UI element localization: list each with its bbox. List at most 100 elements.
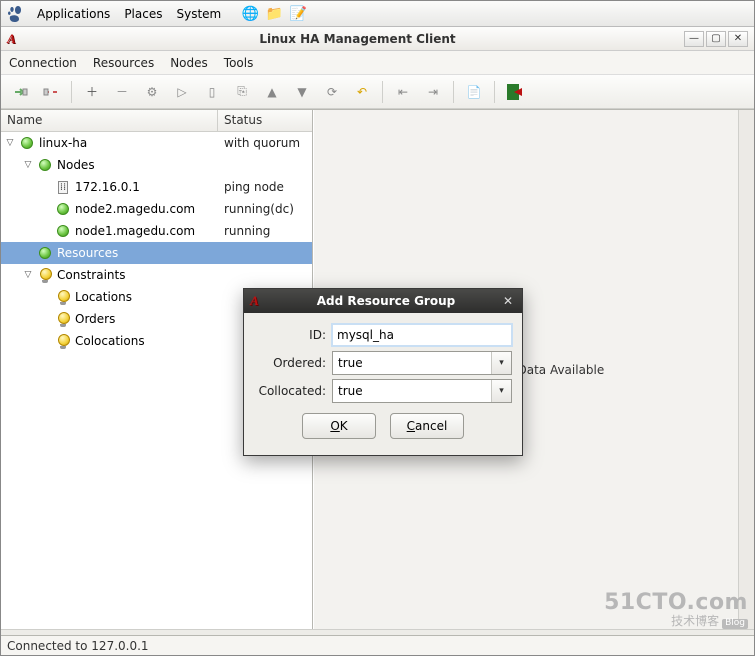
- tree-label: Nodes: [57, 158, 95, 172]
- ordered-value: true: [333, 356, 491, 370]
- ok-button[interactable]: OK: [302, 413, 376, 439]
- window-title: Linux HA Management Client: [31, 32, 684, 46]
- web-browser-icon[interactable]: 🌐: [241, 5, 259, 23]
- document-icon[interactable]: 📄: [462, 80, 486, 104]
- tool-icon[interactable]: ⚙: [140, 80, 164, 104]
- collocated-label: Collocated:: [254, 384, 326, 398]
- tree-row[interactable]: ▽ linux-ha with quorum: [1, 132, 312, 154]
- ordered-combobox[interactable]: true ▾: [332, 351, 512, 375]
- file-manager-icon[interactable]: 📁: [265, 5, 283, 23]
- dialog-title: Add Resource Group: [272, 294, 500, 308]
- id-label: ID:: [254, 328, 326, 342]
- tree-expander[interactable]: ▽: [23, 270, 33, 280]
- tree-header: Name Status: [1, 110, 312, 132]
- lightbulb-icon: [55, 289, 71, 305]
- toolbar-separator: [71, 81, 72, 103]
- status-text: Connected to 127.0.0.1: [7, 639, 149, 653]
- window-close-button[interactable]: ✕: [728, 31, 748, 47]
- play-icon[interactable]: ▷: [170, 80, 194, 104]
- lightbulb-icon: [55, 333, 71, 349]
- tree-label: Orders: [75, 312, 115, 326]
- tree-label: Resources: [57, 246, 118, 260]
- move-left-icon[interactable]: ⇤: [391, 80, 415, 104]
- chevron-down-icon[interactable]: ▾: [491, 380, 511, 402]
- tree-status: with quorum: [218, 136, 300, 150]
- cancel-button[interactable]: Cancel: [390, 413, 464, 439]
- tree-row[interactable]: node2.magedu.com running(dc): [1, 198, 312, 220]
- watermark-subtext: 技术博客: [671, 614, 719, 628]
- app-menubar: Connection Resources Nodes Tools: [1, 51, 754, 75]
- tree-label: Colocations: [75, 334, 145, 348]
- toolbar-separator: [382, 81, 383, 103]
- toolbar-separator: [494, 81, 495, 103]
- menu-resources[interactable]: Resources: [93, 56, 154, 70]
- tree-row[interactable]: Resources: [1, 242, 312, 264]
- collocated-combobox[interactable]: true ▾: [332, 379, 512, 403]
- id-input[interactable]: [332, 324, 512, 346]
- tree-status: ping node: [218, 180, 284, 194]
- up-icon[interactable]: ▲: [260, 80, 284, 104]
- connect-icon[interactable]: [9, 80, 33, 104]
- undo-icon[interactable]: ↶: [350, 80, 374, 104]
- move-right-icon[interactable]: ⇥: [421, 80, 445, 104]
- tree-label: 172.16.0.1: [75, 180, 140, 194]
- tree-expander[interactable]: ▽: [23, 160, 33, 170]
- os-menu-system[interactable]: System: [176, 7, 221, 21]
- tree-label: Constraints: [57, 268, 125, 282]
- os-panel: Applications Places System 🌐 📁 📝: [1, 1, 754, 27]
- menu-tools[interactable]: Tools: [224, 56, 254, 70]
- add-resource-group-dialog: A Add Resource Group ✕ ID: Ordered: true…: [243, 288, 523, 456]
- action-icon[interactable]: ⎘: [230, 80, 254, 104]
- refresh-icon[interactable]: ⟳: [320, 80, 344, 104]
- stop-icon[interactable]: ▯: [200, 80, 224, 104]
- dialog-app-icon: A: [250, 293, 266, 309]
- tree-label: node1.magedu.com: [75, 224, 195, 238]
- menu-connection[interactable]: Connection: [9, 56, 77, 70]
- watermark-tag: Blog: [722, 619, 748, 629]
- window-minimize-button[interactable]: —: [684, 31, 704, 47]
- lightbulb-icon: [55, 311, 71, 327]
- tree-status: running: [218, 224, 270, 238]
- toolbar: ＋ － ⚙ ▷ ▯ ⎘ ▲ ▼ ⟳ ↶ ⇤ ⇥ 📄: [1, 75, 754, 109]
- vertical-scrollbar[interactable]: [738, 110, 754, 629]
- ping-node-icon: ⁞⁞: [55, 179, 71, 195]
- add-icon[interactable]: ＋: [80, 80, 104, 104]
- dialog-titlebar[interactable]: A Add Resource Group ✕: [244, 289, 522, 313]
- watermark: 51CTO.com 技术博客Blog: [604, 591, 748, 629]
- remove-icon[interactable]: －: [110, 80, 134, 104]
- toolbar-separator: [453, 81, 454, 103]
- tree-row[interactable]: ▽ Constraints: [1, 264, 312, 286]
- menu-nodes[interactable]: Nodes: [170, 56, 208, 70]
- os-menu-places[interactable]: Places: [124, 7, 162, 21]
- window-titlebar: A Linux HA Management Client — ▢ ✕: [1, 27, 754, 51]
- text-editor-icon[interactable]: 📝: [289, 5, 307, 23]
- tree-row[interactable]: ▽ Nodes: [1, 154, 312, 176]
- tree-row[interactable]: node1.magedu.com running: [1, 220, 312, 242]
- tree-status: running(dc): [218, 202, 294, 216]
- tree-label: node2.magedu.com: [75, 202, 195, 216]
- status-green-icon: [55, 201, 71, 217]
- disconnect-icon[interactable]: [39, 80, 63, 104]
- tree-label: linux-ha: [39, 136, 87, 150]
- status-green-icon: [55, 223, 71, 239]
- tree-row[interactable]: ⁞⁞ 172.16.0.1 ping node: [1, 176, 312, 198]
- status-green-icon: [37, 157, 53, 173]
- status-green-icon: [37, 245, 53, 261]
- status-green-icon: [19, 135, 35, 151]
- dialog-close-button[interactable]: ✕: [500, 293, 516, 309]
- column-header-status[interactable]: Status: [218, 110, 268, 131]
- lightbulb-icon: [37, 267, 53, 283]
- os-menu-applications[interactable]: Applications: [37, 7, 110, 21]
- os-launchers: 🌐 📁 📝: [241, 5, 307, 23]
- window-maximize-button[interactable]: ▢: [706, 31, 726, 47]
- chevron-down-icon[interactable]: ▾: [491, 352, 511, 374]
- column-header-name[interactable]: Name: [1, 110, 218, 131]
- tree-label: Locations: [75, 290, 132, 304]
- gnome-foot-icon: [7, 6, 23, 22]
- tree-expander[interactable]: ▽: [5, 138, 15, 148]
- down-icon[interactable]: ▼: [290, 80, 314, 104]
- watermark-text: 51CTO.com: [604, 591, 748, 615]
- app-icon: A: [7, 31, 23, 47]
- collocated-value: true: [333, 384, 491, 398]
- exit-icon[interactable]: [503, 80, 527, 104]
